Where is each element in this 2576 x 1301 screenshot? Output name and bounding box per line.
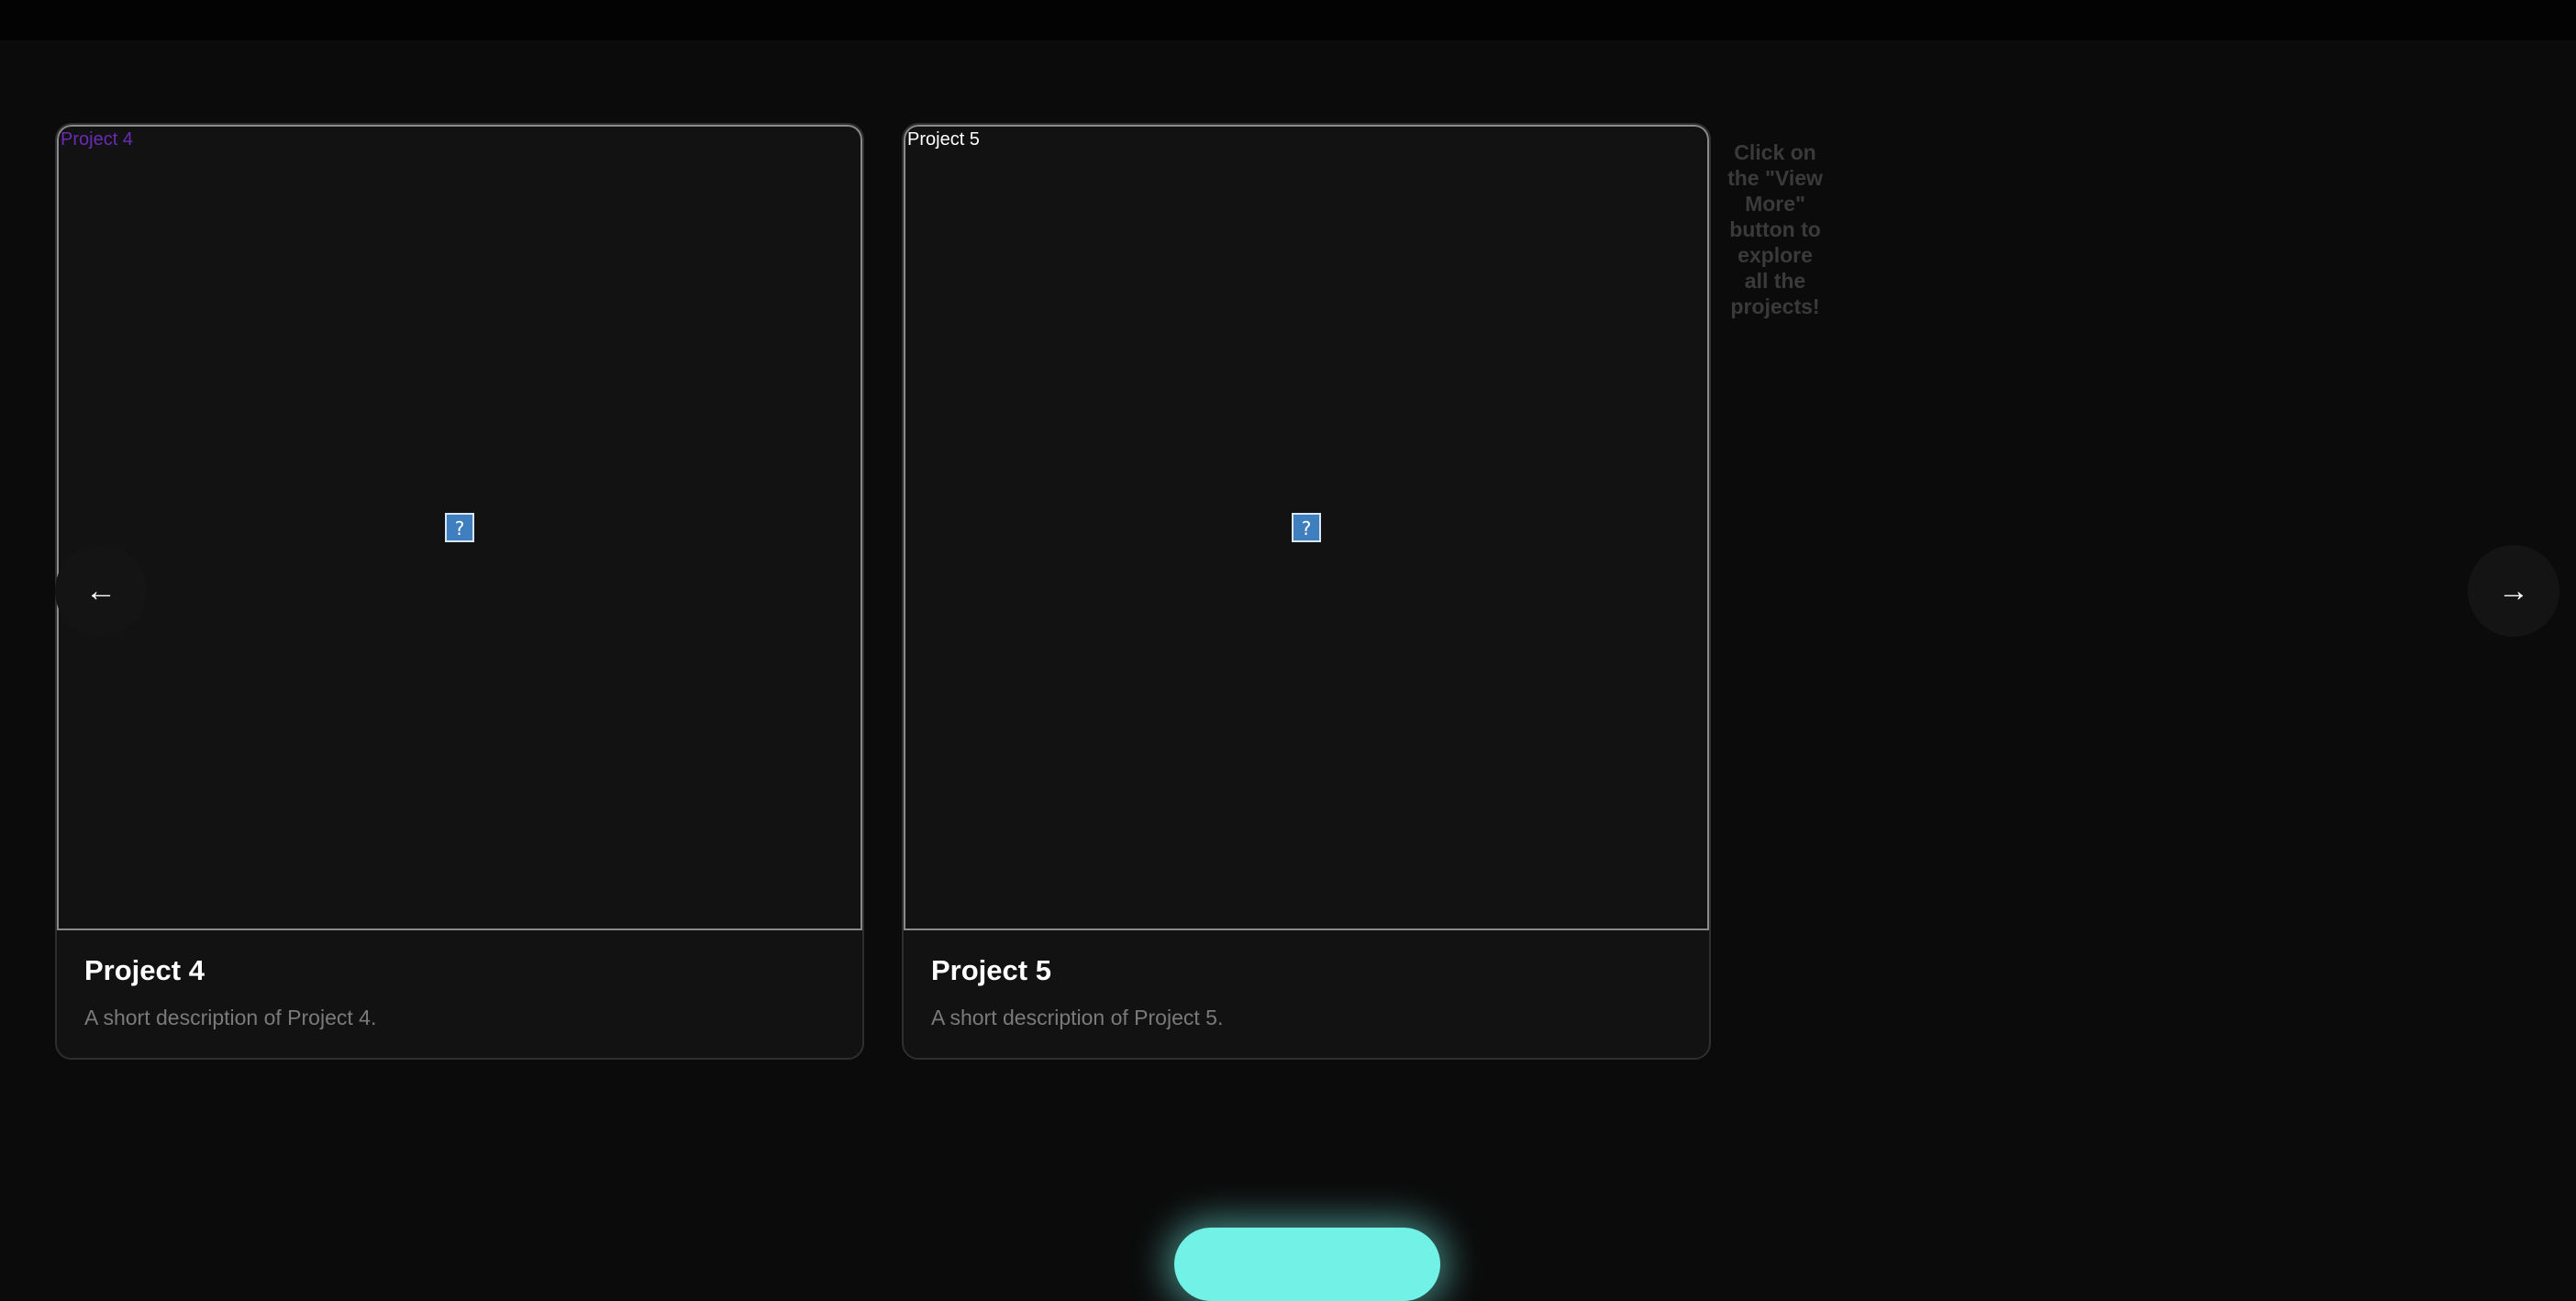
card-title: Project 4 (84, 954, 205, 986)
card-description: A short description of Project 4. (84, 1006, 377, 1029)
broken-image-icon: ? (445, 513, 474, 542)
broken-image-icon: ? (1292, 513, 1321, 542)
project-image[interactable]: Project 4 ? (57, 125, 862, 930)
view-more-hint: Click on the "View More" button to explo… (1727, 140, 1823, 318)
carousel-prev-button[interactable]: ← (55, 545, 147, 637)
project-card-5[interactable]: Project 5 ? Project 5 A short descriptio… (902, 123, 1711, 1060)
view-more-button[interactable] (1174, 1228, 1440, 1301)
card-description: A short description of Project 5. (931, 1006, 1224, 1029)
carousel-next-button[interactable]: → (2468, 545, 2559, 637)
project-card-4[interactable]: Project 4 ? Project 4 A short descriptio… (55, 123, 864, 1060)
card-title: Project 5 (931, 954, 1051, 986)
project-image[interactable]: Project 5 ? (904, 125, 1709, 930)
image-alt-text: Project 5 (907, 129, 980, 150)
image-alt-text: Project 4 (61, 129, 133, 150)
svg-text:?: ? (1302, 517, 1312, 539)
top-bar (0, 0, 2576, 40)
svg-text:?: ? (455, 517, 465, 539)
arrow-left-icon: ← (85, 573, 117, 608)
arrow-right-icon: → (2498, 573, 2529, 608)
